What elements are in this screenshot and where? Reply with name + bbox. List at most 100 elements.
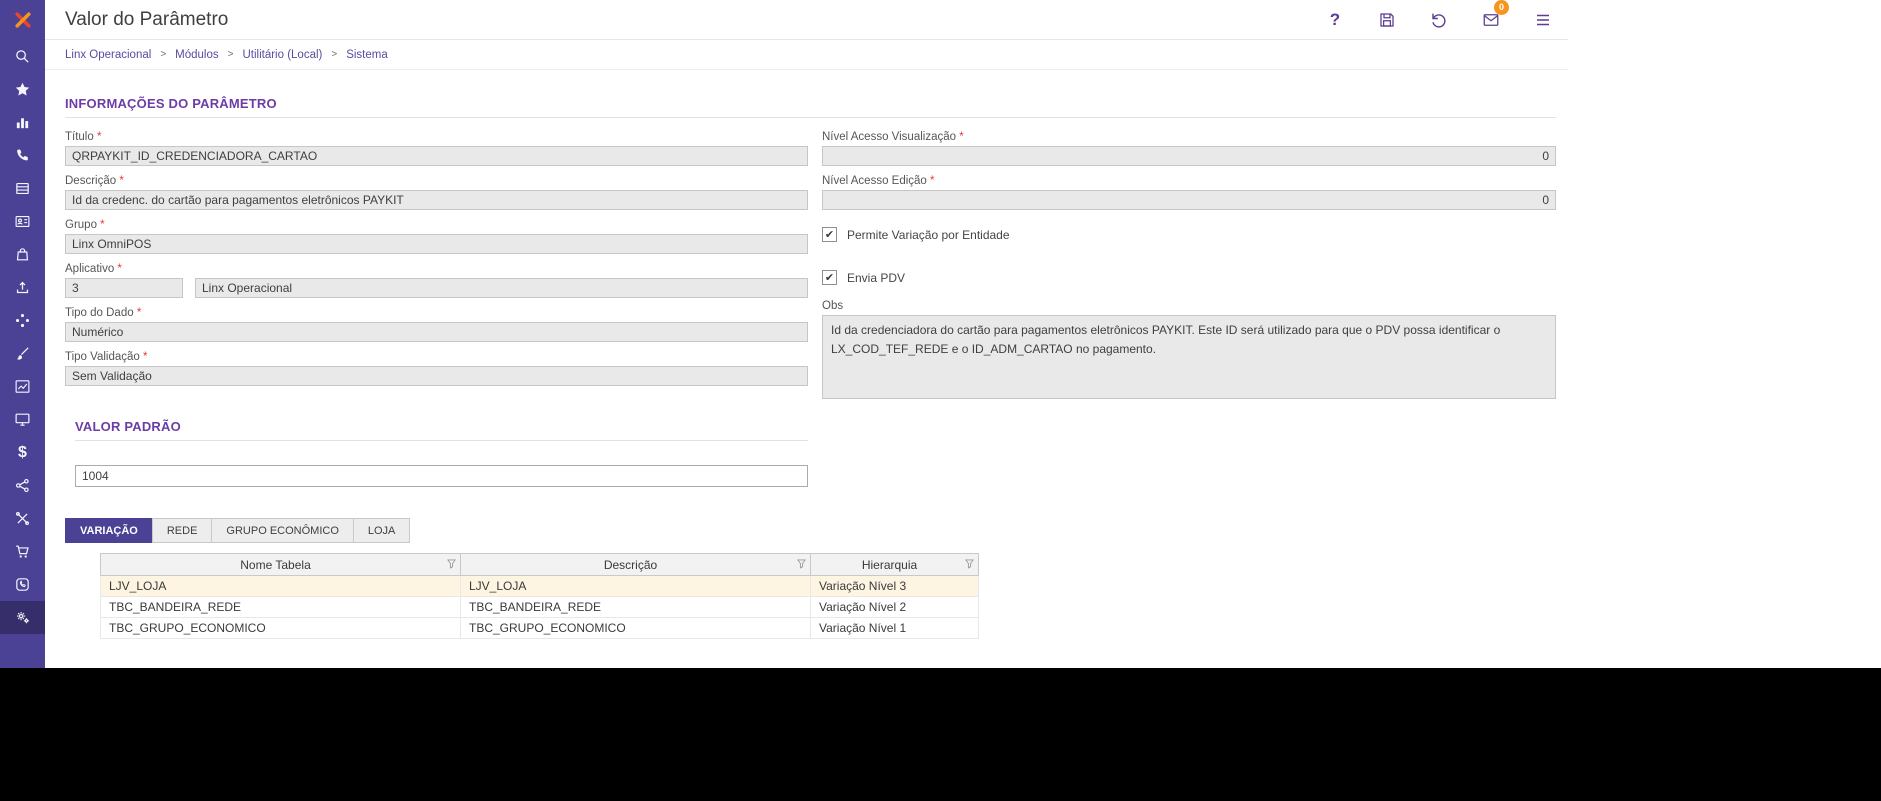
- bar-chart-icon: [14, 114, 31, 131]
- column-header-descricao[interactable]: Descrição: [461, 554, 811, 576]
- sidebar-item-brush[interactable]: [0, 337, 45, 370]
- tipo-validacao-label: Tipo Validação: [65, 351, 808, 363]
- tab-variacao[interactable]: VARIAÇÃO: [65, 518, 153, 543]
- valor-padrao-input[interactable]: [75, 465, 808, 487]
- sidebar-item-settings[interactable]: [0, 601, 45, 634]
- aplicativo-name-input[interactable]: [195, 278, 808, 298]
- cell-descricao: TBC_BANDEIRA_REDE: [461, 597, 811, 618]
- cell-nome-tabela: TBC_GRUPO_ECONOMICO: [101, 618, 461, 639]
- sidebar-item-search[interactable]: [0, 40, 45, 73]
- cell-nome-tabela: LJV_LOJA: [101, 576, 461, 597]
- content-area: INFORMAÇÕES DO PARÂMETRO Título Descriçã…: [45, 70, 1568, 668]
- menu-button[interactable]: [1532, 9, 1554, 31]
- messages-button[interactable]: 0: [1480, 9, 1502, 31]
- filter-icon[interactable]: [797, 559, 806, 569]
- field-obs: Obs Id da credenciadora do cartão para p…: [822, 300, 1556, 399]
- sidebar: $: [0, 0, 45, 668]
- sidebar-item-contacts[interactable]: [0, 205, 45, 238]
- breadcrumb-item-utilitario[interactable]: Utilitário (Local): [242, 49, 322, 61]
- main-panel: Valor do Parâmetro ? 0: [45, 0, 1568, 668]
- table-row[interactable]: TBC_GRUPO_ECONOMICO TBC_GRUPO_ECONOMICO …: [101, 618, 979, 639]
- form-left-column: Título Descrição Grupo Aplicativo: [65, 131, 808, 399]
- tab-rede[interactable]: REDE: [152, 518, 213, 543]
- sidebar-item-upload[interactable]: [0, 271, 45, 304]
- table-row[interactable]: TBC_BANDEIRA_REDE TBC_BANDEIRA_REDE Vari…: [101, 597, 979, 618]
- tab-loja[interactable]: LOJA: [353, 518, 411, 543]
- section-divider: [65, 117, 1556, 118]
- sidebar-item-list[interactable]: [0, 172, 45, 205]
- linx-logo[interactable]: [0, 0, 45, 40]
- phone-icon: [14, 147, 31, 164]
- sidebar-item-phone[interactable]: [0, 139, 45, 172]
- upload-icon: [14, 279, 31, 296]
- sidebar-item-charts[interactable]: [0, 106, 45, 139]
- share-network-icon: [14, 477, 31, 494]
- field-nivel-edicao: Nível Acesso Edição: [822, 175, 1556, 210]
- checkbox-label: Permite Variação por Entidade: [847, 228, 1010, 242]
- brush-icon: [14, 345, 31, 362]
- field-grupo: Grupo: [65, 219, 808, 254]
- checkbox-icon: [822, 227, 837, 242]
- sidebar-item-monitor[interactable]: [0, 403, 45, 436]
- help-button[interactable]: ?: [1324, 9, 1346, 31]
- field-tipo-dado: Tipo do Dado: [65, 307, 808, 342]
- field-titulo: Título: [65, 131, 808, 166]
- breadcrumb-item-linx-operacional[interactable]: Linx Operacional: [65, 49, 151, 61]
- field-tipo-validacao: Tipo Validação: [65, 351, 808, 386]
- column-header-nome-tabela[interactable]: Nome Tabela: [101, 554, 461, 576]
- tab-strip: VARIAÇÃO REDE GRUPO ECONÔMICO LOJA: [65, 518, 1556, 543]
- app-window: $ Valor do Parâmetro: [0, 0, 1568, 668]
- descricao-input[interactable]: [65, 190, 808, 210]
- parameter-form: Título Descrição Grupo Aplicativo: [65, 131, 1556, 399]
- filter-icon[interactable]: [447, 559, 456, 569]
- breadcrumb-item-sistema[interactable]: Sistema: [346, 49, 388, 61]
- section-title-informacoes: INFORMAÇÕES DO PARÂMETRO: [65, 96, 1556, 111]
- tipo-dado-input[interactable]: [65, 322, 808, 342]
- undo-button[interactable]: [1428, 9, 1450, 31]
- cell-hierarquia: Variação Nível 3: [811, 576, 979, 597]
- field-descricao: Descrição: [65, 175, 808, 210]
- column-header-hierarquia[interactable]: Hierarquia: [811, 554, 979, 576]
- sidebar-item-tools[interactable]: [0, 502, 45, 535]
- breadcrumb-item-modulos[interactable]: Módulos: [175, 49, 218, 61]
- cell-hierarquia: Variação Nível 1: [811, 618, 979, 639]
- sidebar-item-bag[interactable]: [0, 238, 45, 271]
- sidebar-item-device[interactable]: [0, 568, 45, 601]
- sidebar-item-analytics[interactable]: [0, 370, 45, 403]
- hamburger-icon: [1534, 11, 1552, 29]
- titulo-input[interactable]: [65, 146, 808, 166]
- tab-grupo-economico[interactable]: GRUPO ECONÔMICO: [211, 518, 353, 543]
- header-actions: ? 0: [1324, 9, 1554, 31]
- sidebar-item-cart[interactable]: [0, 535, 45, 568]
- cell-nome-tabela: TBC_BANDEIRA_REDE: [101, 597, 461, 618]
- table-row[interactable]: LJV_LOJA LJV_LOJA Variação Nível 3: [101, 576, 979, 597]
- aplicativo-code-input[interactable]: [65, 278, 183, 298]
- checkbox-envia-pdv[interactable]: Envia PDV: [822, 270, 1556, 285]
- cell-descricao: LJV_LOJA: [461, 576, 811, 597]
- field-aplicativo: Aplicativo: [65, 263, 808, 298]
- checkbox-permite-variacao[interactable]: Permite Variação por Entidade: [822, 227, 1556, 242]
- obs-textarea[interactable]: Id da credenciadora do cartão para pagam…: [822, 315, 1556, 399]
- gears-icon: [14, 609, 31, 626]
- sidebar-item-favorites[interactable]: [0, 73, 45, 106]
- sidebar-item-currency[interactable]: $: [0, 436, 45, 469]
- tipo-validacao-input[interactable]: [65, 366, 808, 386]
- tipo-dado-label: Tipo do Dado: [65, 307, 808, 319]
- filter-icon[interactable]: [965, 559, 974, 569]
- sidebar-item-network[interactable]: [0, 469, 45, 502]
- grupo-input[interactable]: [65, 234, 808, 254]
- nivel-edicao-input[interactable]: [822, 190, 1556, 210]
- list-icon: [14, 180, 31, 197]
- cell-descricao: TBC_GRUPO_ECONOMICO: [461, 618, 811, 639]
- screen-letterbox: [0, 668, 1881, 801]
- top-bar: Valor do Parâmetro ? 0: [45, 0, 1568, 40]
- sidebar-item-loyalty[interactable]: [0, 304, 45, 337]
- cart-icon: [14, 543, 31, 560]
- nivel-visualizacao-input[interactable]: [822, 146, 1556, 166]
- star-icon: [14, 81, 31, 98]
- grupo-label: Grupo: [65, 219, 808, 231]
- nivel-visualizacao-label: Nível Acesso Visualização: [822, 131, 1556, 143]
- variation-table: Nome Tabela Descrição Hierarquia: [100, 553, 979, 639]
- section-title-valor-padrao: VALOR PADRÃO: [75, 419, 808, 434]
- save-button[interactable]: [1376, 9, 1398, 31]
